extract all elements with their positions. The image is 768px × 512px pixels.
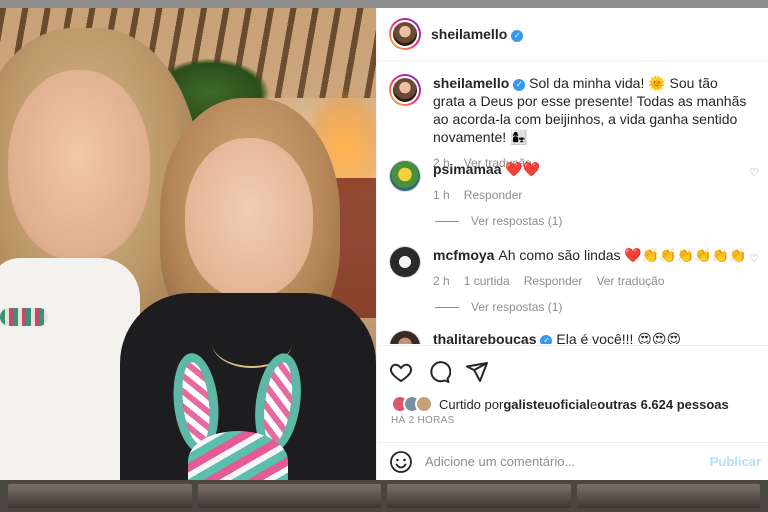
reply-button[interactable]: Responder bbox=[464, 186, 523, 204]
action-bar bbox=[377, 345, 768, 397]
comment-avatar[interactable] bbox=[389, 160, 421, 192]
girl-face bbox=[185, 138, 313, 298]
view-replies-button[interactable]: Ver respostas (1) bbox=[435, 300, 562, 314]
comment-text: psimamaa ❤️❤️ bbox=[433, 161, 541, 177]
caption-row: sheilamello ✓ Sol da minha vida! 🌞 Sou tã… bbox=[389, 74, 759, 172]
comment-like-icon[interactable]: ♡ bbox=[749, 166, 759, 179]
comment-row: thalitareboucas ✓ Ela é você!!! 😍😍😍 bbox=[389, 330, 759, 344]
caption-avatar[interactable] bbox=[389, 74, 421, 106]
comment-author[interactable]: thalitareboucas bbox=[433, 331, 536, 344]
comment-like-icon[interactable]: ♡ bbox=[749, 252, 759, 265]
translate-button[interactable]: Ver tradução bbox=[596, 272, 664, 290]
top-strip bbox=[0, 0, 768, 8]
likes-summary: Curtido por galisteuoficial e outras 6.6… bbox=[391, 395, 729, 413]
woman-shirt bbox=[0, 258, 140, 480]
verified-icon: ✓ bbox=[511, 30, 524, 42]
woman-face bbox=[8, 70, 150, 260]
view-replies-button[interactable]: Ver respostas (1) bbox=[435, 214, 562, 228]
woman-brooch bbox=[0, 308, 48, 326]
comment-row: psimamaa ❤️❤️ 1 h Responder bbox=[389, 160, 759, 204]
comment-author[interactable]: mcfmoya bbox=[433, 247, 494, 263]
comment-time[interactable]: 1 h bbox=[433, 186, 450, 204]
liker-avatars[interactable] bbox=[391, 395, 433, 413]
post-header: sheilamello ✓ bbox=[377, 8, 768, 61]
add-comment-bar: Adicione um comentário... Publicar bbox=[377, 442, 768, 480]
comment-avatar[interactable] bbox=[389, 246, 421, 278]
caption-text: sheilamello ✓ Sol da minha vida! 🌞 Sou tã… bbox=[433, 75, 747, 145]
thumbnail[interactable] bbox=[387, 484, 571, 508]
verified-icon: ✓ bbox=[540, 335, 553, 344]
thumbnail[interactable] bbox=[197, 484, 381, 508]
thumbnail[interactable] bbox=[576, 484, 760, 508]
comment-input[interactable]: Adicione um comentário... bbox=[425, 454, 710, 469]
feed-thumbnails bbox=[0, 480, 768, 512]
post-photo[interactable] bbox=[0, 8, 376, 480]
verified-icon: ✓ bbox=[513, 79, 526, 91]
likes-others[interactable]: outras 6.624 pessoas bbox=[597, 397, 729, 412]
smiley-icon[interactable] bbox=[389, 450, 413, 474]
comment-text: thalitareboucas ✓ Ela é você!!! 😍😍😍 bbox=[433, 330, 753, 344]
author-username[interactable]: sheilamello ✓ bbox=[431, 26, 524, 42]
reply-button[interactable]: Responder bbox=[524, 272, 583, 290]
comment-time[interactable]: 2 h bbox=[433, 272, 450, 290]
comment-meta: 1 h Responder bbox=[433, 186, 753, 204]
comment-text: mcfmoya Ah como são lindas ❤️👏👏👏👏👏👏 bbox=[433, 247, 747, 263]
post-time[interactable]: HÁ 2 HORAS bbox=[391, 415, 455, 426]
comment-meta: 2 h 1 curtida Responder Ver tradução bbox=[433, 272, 753, 290]
publish-button[interactable]: Publicar bbox=[710, 454, 761, 469]
bunny-print bbox=[168, 350, 308, 480]
thumbnail[interactable] bbox=[8, 484, 192, 508]
comment-avatar[interactable] bbox=[389, 330, 421, 344]
post-side-panel: sheilamello ✓ sheilamello ✓ Sol da minha v… bbox=[376, 8, 768, 480]
caption-author[interactable]: sheilamello bbox=[433, 75, 509, 91]
comment-likes[interactable]: 1 curtida bbox=[464, 272, 510, 290]
liker-username[interactable]: galisteuoficial bbox=[503, 397, 590, 412]
comment-row: mcfmoya Ah como são lindas ❤️👏👏👏👏👏👏 2 h … bbox=[389, 246, 759, 290]
heart-icon[interactable] bbox=[389, 360, 413, 384]
comment-icon[interactable] bbox=[427, 360, 451, 384]
share-icon[interactable] bbox=[465, 360, 489, 384]
author-avatar[interactable] bbox=[389, 18, 421, 50]
comment-author[interactable]: psimamaa bbox=[433, 161, 501, 177]
comments-list[interactable]: sheilamello ✓ Sol da minha vida! 🌞 Sou tã… bbox=[377, 62, 768, 344]
